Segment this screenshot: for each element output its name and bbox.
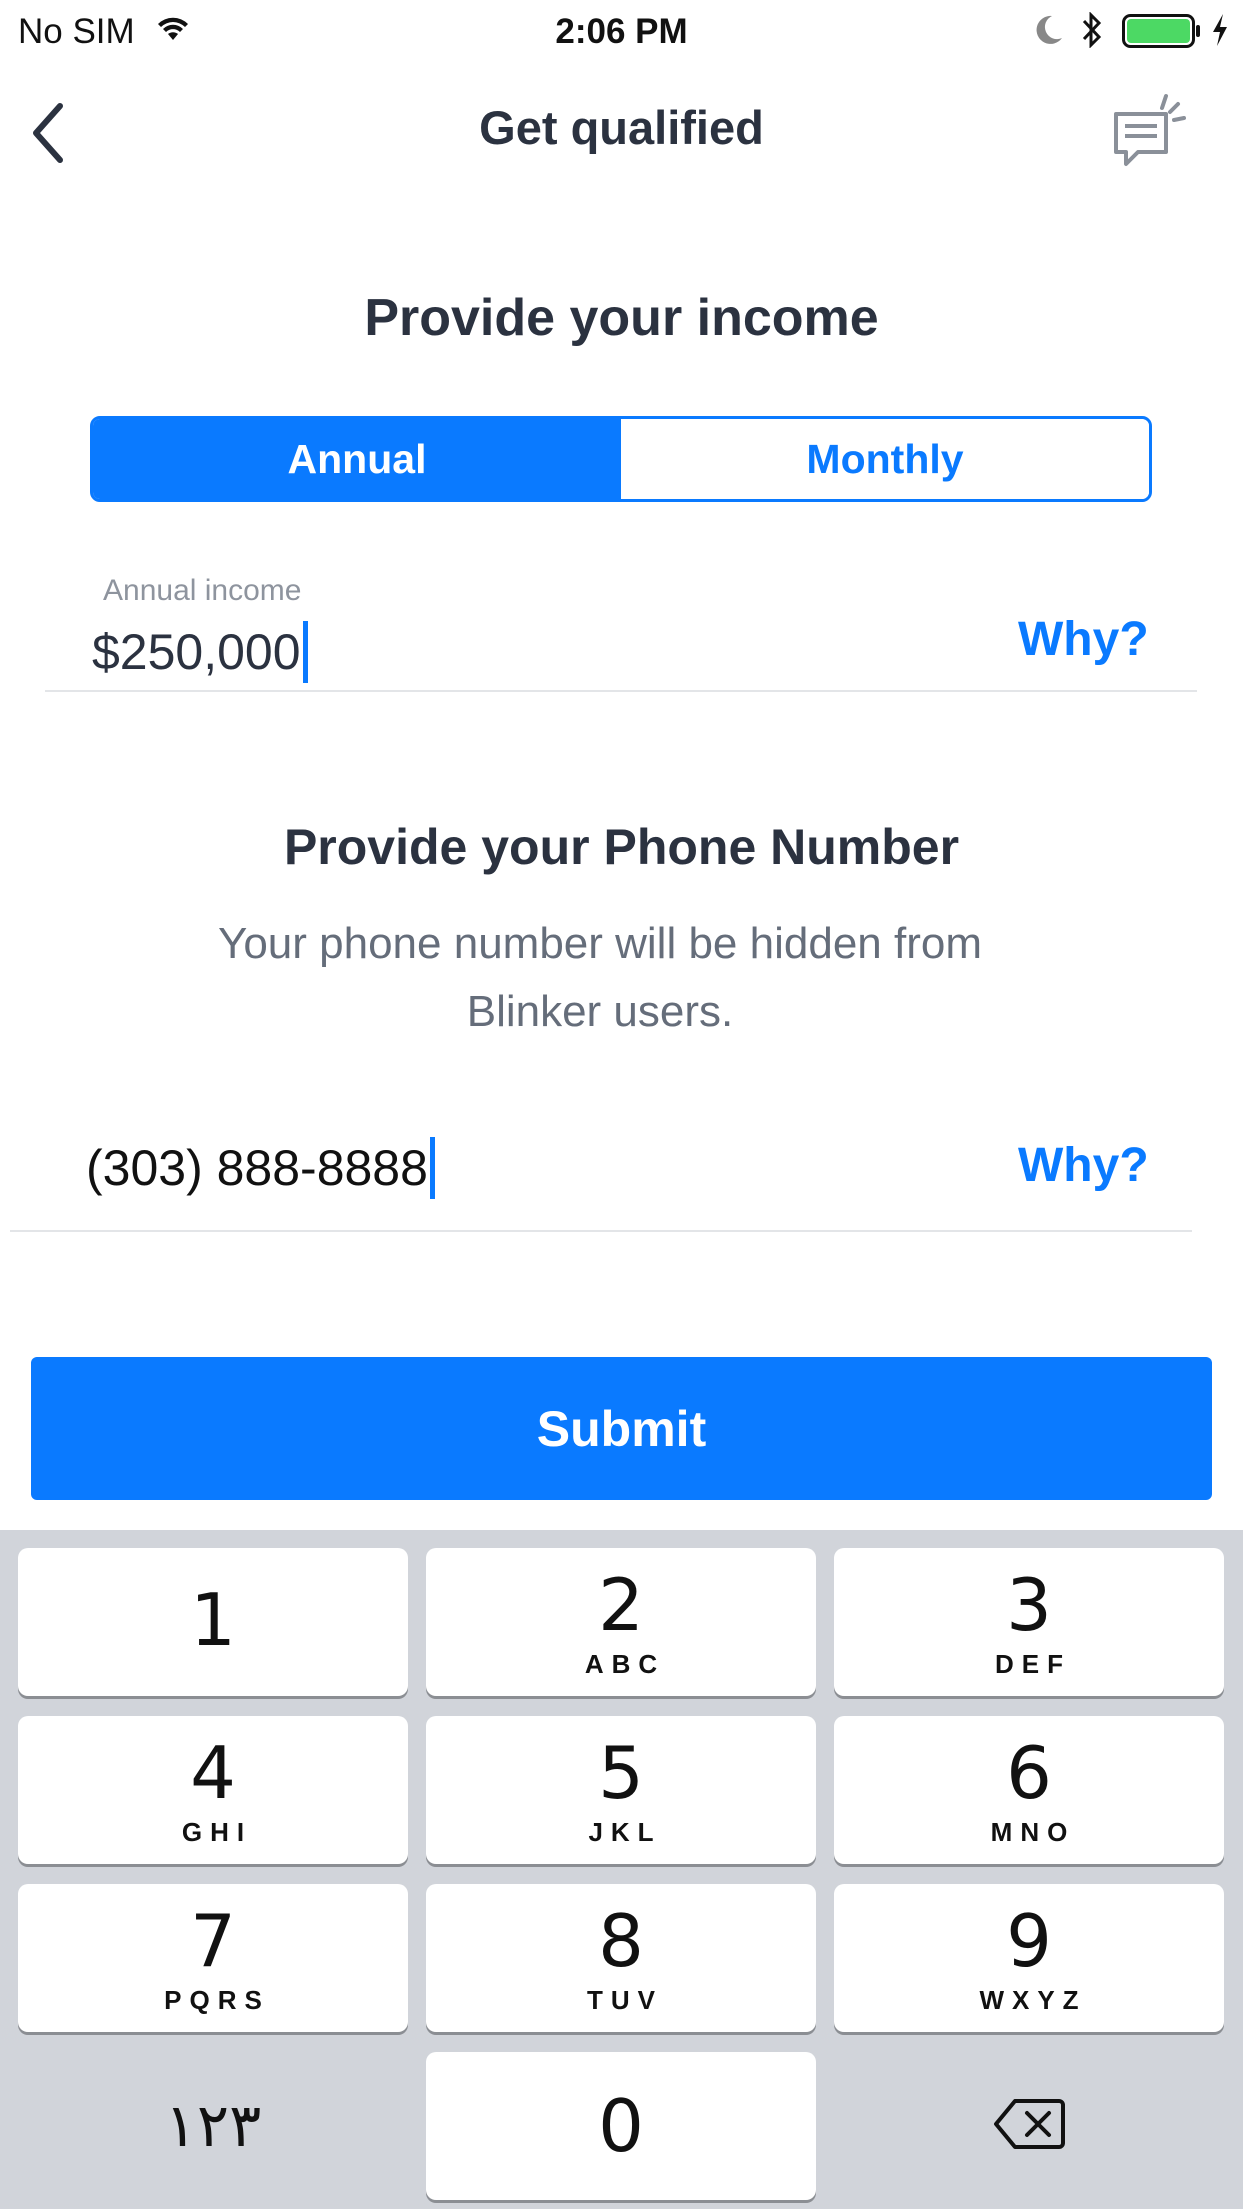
key-8[interactable]: 8 TUV bbox=[426, 1884, 816, 2032]
key-letters: ABC bbox=[584, 1648, 666, 1679]
key-letters: JKL bbox=[588, 1816, 662, 1847]
moon-icon bbox=[1034, 14, 1064, 51]
income-divider bbox=[45, 690, 1197, 692]
battery-icon bbox=[1122, 14, 1202, 53]
key-digit: 4 bbox=[190, 1730, 236, 1815]
key-letters: DEF bbox=[995, 1648, 1071, 1679]
tab-monthly[interactable]: Monthly bbox=[621, 419, 1149, 499]
delete-key[interactable] bbox=[834, 2052, 1224, 2200]
income-field-label: Annual income bbox=[103, 574, 302, 607]
income-input-value: $250,000 bbox=[92, 624, 301, 680]
key-9[interactable]: 9 WXYZ bbox=[834, 1884, 1224, 2032]
key-digit: 6 bbox=[1006, 1730, 1052, 1815]
chat-button[interactable] bbox=[1112, 90, 1188, 175]
key-digit: 9 bbox=[1006, 1898, 1052, 1983]
key-5[interactable]: 5 JKL bbox=[426, 1716, 816, 1864]
alt-numerals-label: ١٢٣ bbox=[164, 2091, 262, 2161]
phone-divider bbox=[10, 1230, 1192, 1232]
phone-subtext: Your phone number will be hidden from Bl… bbox=[218, 919, 982, 1036]
phone-heading: Provide your Phone Number bbox=[283, 819, 960, 875]
key-digit: 3 bbox=[1006, 1562, 1052, 1647]
key-3[interactable]: 3 DEF bbox=[834, 1548, 1224, 1696]
key-digit: 7 bbox=[190, 1898, 236, 1983]
charging-icon bbox=[1210, 12, 1230, 53]
key-2[interactable]: 2 ABC bbox=[426, 1548, 816, 1696]
key-digit: 2 bbox=[598, 1562, 644, 1647]
submit-button[interactable]: Submit bbox=[31, 1357, 1212, 1500]
key-digit: 0 bbox=[598, 2084, 644, 2168]
backspace-icon bbox=[993, 2098, 1065, 2155]
key-digit: 8 bbox=[598, 1898, 644, 1983]
key-letters: GHI bbox=[181, 1816, 253, 1847]
text-caret bbox=[302, 621, 308, 683]
key-alt-numerals[interactable]: ١٢٣ bbox=[18, 2052, 408, 2200]
bluetooth-icon bbox=[1080, 11, 1104, 53]
income-why-link[interactable]: Why? bbox=[1018, 612, 1149, 667]
income-heading: Provide your income bbox=[364, 289, 879, 347]
chat-icon bbox=[1112, 94, 1188, 174]
key-6[interactable]: 6 MNO bbox=[834, 1716, 1224, 1864]
key-letters: WXYZ bbox=[979, 1984, 1087, 2015]
key-digit: 1 bbox=[190, 1578, 236, 1662]
income-input[interactable]: $250,000 bbox=[92, 618, 308, 686]
page-title: Get qualified bbox=[479, 101, 764, 154]
numeric-keypad: 1 2 ABC 3 DEF 4 GHI 5 JKL 6 MNO 7 PQRS 8… bbox=[0, 1530, 1243, 2209]
tab-annual[interactable]: Annual bbox=[93, 419, 621, 499]
key-0[interactable]: 0 bbox=[426, 2052, 816, 2200]
key-letters: MNO bbox=[990, 1816, 1076, 1847]
key-1[interactable]: 1 bbox=[18, 1548, 408, 1696]
status-bar: No SIM 2:06 PM bbox=[0, 0, 1243, 62]
key-digit: 5 bbox=[598, 1730, 644, 1815]
chevron-left-icon bbox=[28, 103, 68, 170]
nav-bar: Get qualified bbox=[0, 62, 1243, 192]
phone-input[interactable]: (303) 888-8888 bbox=[86, 1134, 435, 1202]
key-7[interactable]: 7 PQRS bbox=[18, 1884, 408, 2032]
phone-input-value: (303) 888-8888 bbox=[86, 1140, 428, 1196]
text-caret bbox=[429, 1137, 435, 1199]
key-letters: TUV bbox=[587, 1984, 663, 2015]
key-4[interactable]: 4 GHI bbox=[18, 1716, 408, 1864]
income-period-toggle: Annual Monthly bbox=[90, 416, 1152, 502]
phone-why-link[interactable]: Why? bbox=[1018, 1138, 1149, 1193]
key-letters: PQRS bbox=[164, 1984, 270, 2015]
